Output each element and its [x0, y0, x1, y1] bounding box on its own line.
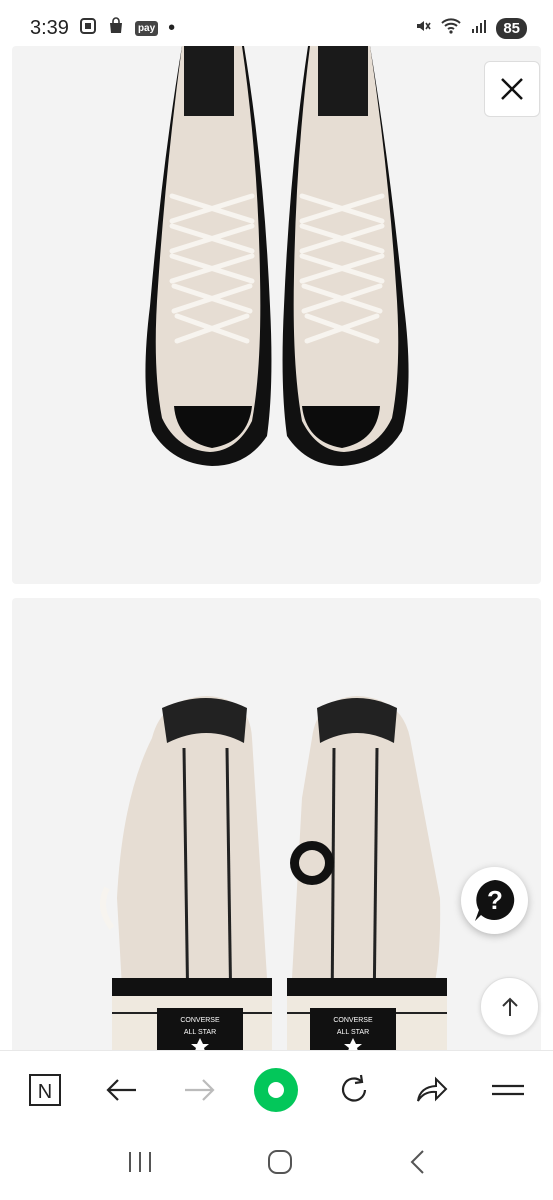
naver-letter: N [37, 1081, 51, 1103]
system-nav-bar [0, 1128, 553, 1200]
shopping-bag-icon [107, 16, 125, 40]
heel-label-right-brand: CONVERSE [333, 1017, 373, 1024]
product-image-top[interactable] [12, 46, 541, 584]
heel-label-right-line: ALL STAR [337, 1029, 369, 1036]
heel-label-right: CONVERSE ALL STAR [310, 1008, 396, 1050]
heel-label-left-line: ALL STAR [184, 1029, 216, 1036]
recent-apps-icon [129, 1151, 152, 1172]
reload-button[interactable] [326, 1062, 382, 1118]
naver-home-button[interactable]: N [17, 1062, 73, 1118]
menu-icon [492, 1084, 525, 1095]
signal-icon [470, 17, 488, 40]
arrow-up-icon [501, 997, 518, 1016]
back-arrow-icon [106, 1078, 136, 1101]
back-icon [410, 1149, 424, 1174]
product-image-bottom[interactable]: CONVERSE ALL STAR CONVERSE ALL STAR [12, 598, 541, 1050]
mute-icon [414, 17, 432, 40]
svg-text:?: ? [487, 885, 503, 915]
scroll-top-button[interactable] [480, 977, 539, 1036]
battery-level: 85 [503, 19, 520, 37]
naver-home-icon: N [28, 1073, 61, 1106]
pay-icon: pay [134, 20, 159, 36]
close-button[interactable] [484, 61, 540, 117]
share-button[interactable] [403, 1062, 459, 1118]
heel-label-left: CONVERSE ALL STAR [157, 1008, 243, 1050]
wifi-icon [440, 17, 462, 40]
battery-icon: 85 [496, 17, 527, 39]
reload-icon [341, 1074, 366, 1102]
menu-button[interactable] [480, 1062, 536, 1118]
forward-arrow-icon [185, 1078, 215, 1101]
sneakers-top-view [145, 46, 409, 466]
back-button[interactable] [94, 1062, 150, 1118]
screenshot-icon [79, 17, 97, 40]
home-icon [268, 1149, 293, 1174]
back-nav-button[interactable] [407, 1148, 427, 1181]
sneakers-back-view: CONVERSE ALL STAR CONVERSE ALL STAR [100, 696, 447, 1050]
forward-button[interactable] [171, 1062, 227, 1118]
close-icon [501, 78, 523, 100]
home-nav-button[interactable] [266, 1148, 294, 1181]
status-right: 85 [414, 17, 527, 40]
question-icon: ? [474, 879, 514, 921]
heel-label-left-brand: CONVERSE [180, 1017, 220, 1024]
recent-apps-button[interactable] [126, 1150, 154, 1179]
notification-dot: • [168, 16, 176, 39]
green-dot-icon [254, 1067, 299, 1112]
browser-toolbar: N [0, 1050, 553, 1128]
help-button[interactable]: ? [461, 867, 528, 934]
green-dot-button[interactable] [248, 1062, 304, 1118]
clock: 3:39 [30, 16, 69, 39]
share-icon [417, 1076, 448, 1102]
status-left: 3:39 pay • [30, 17, 175, 40]
